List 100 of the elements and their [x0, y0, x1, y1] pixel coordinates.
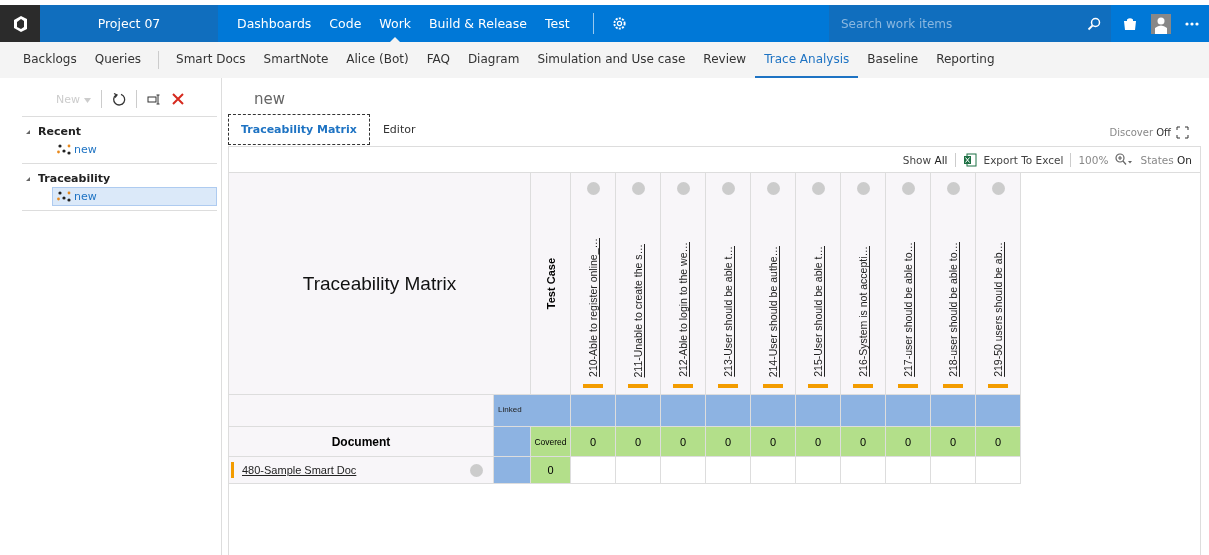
zoom-icon[interactable]	[1115, 153, 1134, 166]
covered-count: 0	[976, 427, 1021, 457]
covered-count: 0	[796, 427, 841, 457]
refresh-icon[interactable]	[111, 92, 126, 106]
matrix-cell	[886, 457, 931, 484]
test-case-link[interactable]: 214-User should be authe…	[767, 245, 779, 377]
subnav-tab[interactable]: Trace Analysis	[755, 42, 859, 78]
view-tab[interactable]: Editor	[369, 114, 429, 145]
tree-group-label[interactable]: Traceability	[38, 172, 111, 185]
node-graph-icon	[57, 191, 71, 202]
status-dot	[470, 463, 483, 477]
status-dot	[991, 182, 1005, 195]
status-dot	[856, 182, 870, 195]
covered-count: 0	[751, 427, 796, 457]
more-icon[interactable]	[1185, 21, 1199, 26]
status-dot	[631, 182, 645, 195]
covered-count: 0	[931, 427, 976, 457]
status-dot	[946, 182, 960, 195]
subnav-tab[interactable]: Baseline	[858, 42, 928, 78]
status-bar	[583, 384, 603, 388]
nav-tab[interactable]: Work	[370, 5, 420, 42]
delete-icon[interactable]	[171, 93, 184, 105]
test-case-link[interactable]: 212-Able to login to the we…	[677, 242, 689, 377]
page-title: new	[253, 90, 286, 110]
tree-item[interactable]: new	[52, 187, 217, 206]
subnav-tab[interactable]: Simulation and Use case	[528, 42, 695, 78]
show-filter[interactable]: Show All	[902, 153, 948, 166]
test-case-link[interactable]: 210-Able to register online_…	[587, 238, 599, 377]
test-case-link[interactable]: 218-user should be able to…	[947, 242, 959, 377]
shopping-bag-icon[interactable]	[1123, 16, 1137, 31]
nav-tab[interactable]: Test	[535, 5, 579, 42]
matrix-cell	[616, 457, 661, 484]
fullscreen-icon[interactable]	[1176, 126, 1189, 139]
status-dot	[766, 182, 780, 195]
status-bar	[718, 384, 738, 388]
document-link[interactable]: 480-Sample Smart Doc	[242, 464, 357, 476]
discover-toggle[interactable]: Discover Off	[1109, 127, 1171, 138]
column-type-label: Test Case	[544, 257, 557, 310]
nav-tab[interactable]: Dashboards	[228, 5, 321, 42]
subnav-tab[interactable]: Review	[694, 42, 756, 78]
app-logo-icon[interactable]	[11, 14, 29, 33]
status-bar	[943, 384, 963, 388]
expand-triangle-icon[interactable]	[26, 176, 30, 181]
tree-item[interactable]: new	[52, 140, 217, 159]
status-bar	[808, 384, 828, 388]
matrix-cell	[571, 457, 616, 484]
project-name[interactable]: Project 07	[40, 5, 218, 42]
settings-icon[interactable]	[611, 16, 627, 31]
covered-count: 0	[706, 427, 751, 457]
status-dot	[586, 182, 600, 195]
avatar-icon[interactable]	[1151, 13, 1171, 34]
search-icon[interactable]	[1087, 16, 1101, 31]
status-dot	[811, 182, 825, 195]
status-bar	[673, 384, 693, 388]
status-dot	[901, 182, 915, 195]
subnav-tab[interactable]: Backlogs	[14, 42, 86, 78]
subnav-tab[interactable]: Diagram	[458, 42, 529, 78]
test-case-link[interactable]: 219-50 users should be ab…	[992, 242, 1004, 377]
matrix-cell	[976, 457, 1021, 484]
matrix-cell	[661, 457, 706, 484]
status-bar	[763, 384, 783, 388]
status-dot	[721, 182, 735, 195]
row-type-label: Document	[229, 427, 494, 457]
view-tab[interactable]: Traceability Matrix	[228, 114, 370, 145]
search-bar[interactable]: Search work items	[829, 5, 1111, 42]
linked-header: Linked	[494, 395, 571, 427]
tree-group-label[interactable]: Recent	[38, 125, 81, 138]
test-case-link[interactable]: 211-Unable to create the s…	[632, 243, 644, 377]
matrix-cell	[751, 457, 796, 484]
subnav-tab[interactable]: Alice (Bot)	[337, 42, 418, 78]
zoom-level: 100%	[1078, 153, 1109, 166]
covered-count: 0	[841, 427, 886, 457]
search-field[interactable]: Search work items	[839, 15, 1087, 32]
status-bar	[628, 384, 648, 388]
rename-icon[interactable]	[146, 93, 162, 105]
subnav-tab[interactable]: FAQ	[417, 42, 459, 78]
covered-count: 0	[661, 427, 706, 457]
test-case-link[interactable]: 216-System is not accepti…	[857, 246, 869, 377]
states-toggle[interactable]: States On	[1140, 153, 1192, 166]
status-dot	[676, 182, 690, 195]
expand-triangle-icon[interactable]	[26, 129, 30, 134]
nav-tab[interactable]: Code	[320, 5, 371, 42]
excel-icon[interactable]	[962, 152, 977, 167]
matrix-cell	[841, 457, 886, 484]
status-bar	[898, 384, 918, 388]
subnav-tab[interactable]: Reporting	[927, 42, 1004, 78]
covered-count: 0	[616, 427, 661, 457]
export-to-excel-button[interactable]: Export To Excel	[983, 153, 1064, 166]
status-strip	[231, 462, 234, 478]
covered-count: 0	[886, 427, 931, 457]
node-graph-icon	[57, 144, 71, 155]
row-count: 0	[531, 457, 571, 484]
subnav-tab[interactable]: Smart Docs	[167, 42, 255, 78]
subnav-tab[interactable]: Queries	[85, 42, 151, 78]
matrix-cell	[706, 457, 751, 484]
test-case-link[interactable]: 213-User should be able t…	[722, 246, 734, 377]
nav-tab[interactable]: Build & Release	[420, 5, 536, 42]
subnav-tab[interactable]: SmartNote	[254, 42, 338, 78]
test-case-link[interactable]: 217-user should be able to…	[902, 242, 914, 377]
test-case-link[interactable]: 215-User should be able t…	[812, 246, 824, 377]
